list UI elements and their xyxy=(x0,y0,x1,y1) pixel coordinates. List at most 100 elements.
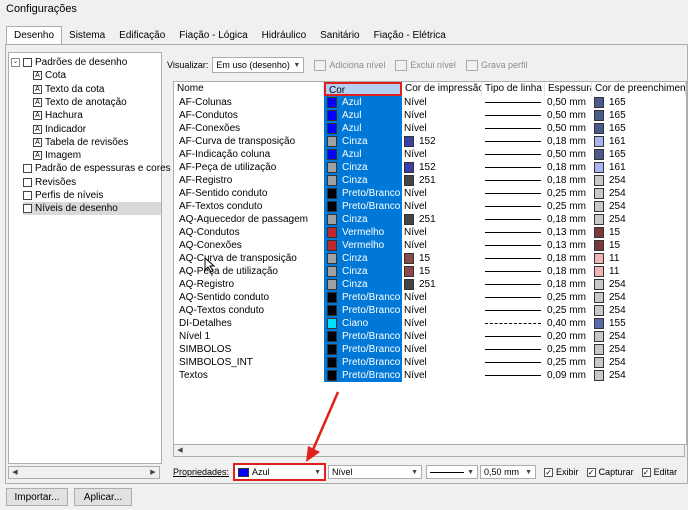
cell-nome[interactable]: AF-Colunas xyxy=(179,96,324,109)
cell-cor[interactable]: Cinza xyxy=(324,265,402,278)
tree-item[interactable]: ⌄ Padrões de desenho xyxy=(11,56,127,69)
table-row[interactable]: SIMBOLOS Preto/Branco Nível 0,25 mm 254 xyxy=(174,343,686,356)
cell-cor-impressao[interactable]: Nível xyxy=(402,291,482,304)
cell-cor[interactable]: Vermelho xyxy=(324,226,402,239)
cell-nome[interactable]: AF-Peça de utilização xyxy=(179,161,324,174)
table-row[interactable]: AF-Curva de transposição Cinza 152 0,18 mm 1… xyxy=(174,135,686,148)
cell-cor[interactable]: Preto/Branco xyxy=(324,356,402,369)
cell-espessura[interactable]: 0,18 mm xyxy=(545,135,592,148)
cell-nome[interactable]: AQ-Registro xyxy=(179,278,324,291)
cell-cor-impressao[interactable]: Nível xyxy=(402,330,482,343)
cell-cor-impressao[interactable]: Nível xyxy=(402,122,482,135)
cell-tipo-linha[interactable] xyxy=(482,291,545,304)
settings-tree[interactable]: ⌄ Padrões de desenho A Cota A Texto da cota A T… xyxy=(8,52,171,464)
cell-cor-impressao[interactable]: 251 xyxy=(402,213,482,226)
delete-level-button[interactable]: Exclui nível xyxy=(395,59,456,71)
cell-cor[interactable]: Preto/Branco xyxy=(324,343,402,356)
cell-cor[interactable]: Vermelho xyxy=(324,239,402,252)
cell-cor-preenchimento[interactable]: 254 xyxy=(592,291,686,304)
cell-espessura[interactable]: 0,50 mm xyxy=(545,148,592,161)
tree-item[interactable]: A Hachura xyxy=(33,109,83,122)
cell-cor-impressao[interactable]: 251 xyxy=(402,278,482,291)
table-row[interactable]: AQ-Sentido conduto Preto/Branco Nível 0,25 … xyxy=(174,291,686,304)
cell-tipo-linha[interactable] xyxy=(482,200,545,213)
cell-cor-preenchimento[interactable]: 254 xyxy=(592,174,686,187)
cell-espessura[interactable]: 0,18 mm xyxy=(545,174,592,187)
cell-cor[interactable]: Azul xyxy=(324,109,402,122)
cell-cor-preenchimento[interactable]: 254 xyxy=(592,304,686,317)
cell-nome[interactable]: SIMBOLOS xyxy=(179,343,324,356)
cell-tipo-linha[interactable] xyxy=(482,239,545,252)
table-row[interactable]: Nível 1 Preto/Branco Nível 0,20 mm 254 xyxy=(174,330,686,343)
cell-tipo-linha[interactable] xyxy=(482,226,545,239)
cell-cor[interactable]: Preto/Branco xyxy=(324,330,402,343)
cell-cor-preenchimento[interactable]: 254 xyxy=(592,369,686,382)
column-header-nome[interactable]: Nome xyxy=(174,82,324,96)
add-level-button[interactable]: Adiciona nível xyxy=(314,59,385,71)
cell-cor-impressao[interactable]: 152 xyxy=(402,161,482,174)
cell-espessura[interactable]: 0,13 mm xyxy=(545,239,592,252)
cell-espessura[interactable]: 0,18 mm xyxy=(545,213,592,226)
tab-3[interactable]: Fiação - Lógica xyxy=(172,27,254,44)
cell-tipo-linha[interactable] xyxy=(482,161,545,174)
cell-cor-impressao[interactable]: Nível xyxy=(402,239,482,252)
cell-tipo-linha[interactable] xyxy=(482,213,545,226)
cell-tipo-linha[interactable] xyxy=(482,343,545,356)
tree-item[interactable]: Revisões xyxy=(23,176,76,189)
cell-nome[interactable]: AQ-Condutos xyxy=(179,226,324,239)
tree-item[interactable]: Níveis de desenho xyxy=(23,202,161,216)
cell-cor-impressao[interactable]: 152 xyxy=(402,135,482,148)
properties-thickness-select[interactable]: 0,50 mm ▼ xyxy=(480,465,537,479)
cell-tipo-linha[interactable] xyxy=(482,330,545,343)
cell-espessura[interactable]: 0,40 mm xyxy=(545,317,592,330)
cell-tipo-linha[interactable] xyxy=(482,252,545,265)
cell-cor-preenchimento[interactable]: 254 xyxy=(592,356,686,369)
cell-nome[interactable]: Textos xyxy=(179,369,324,382)
cell-cor[interactable]: Azul xyxy=(324,96,402,109)
import-button[interactable]: Importar... xyxy=(6,488,68,506)
cell-cor[interactable]: Preto/Branco xyxy=(324,200,402,213)
table-row[interactable]: AF-Peça de utilização Cinza 152 0,18 mm 161 xyxy=(174,161,686,174)
cell-nome[interactable]: DI-Detalhes xyxy=(179,317,324,330)
cell-nome[interactable]: AF-Textos conduto xyxy=(179,200,324,213)
cell-cor[interactable]: Preto/Branco xyxy=(324,187,402,200)
cell-espessura[interactable]: 0,18 mm xyxy=(545,161,592,174)
cell-tipo-linha[interactable] xyxy=(482,304,545,317)
cell-cor[interactable]: Cinza xyxy=(324,135,402,148)
cell-cor-impressao[interactable]: Nível xyxy=(402,148,482,161)
cell-nome[interactable]: AQ-Peça de utilização xyxy=(179,265,324,278)
cell-cor-impressao[interactable]: Nível xyxy=(402,369,482,382)
cell-espessura[interactable]: 0,50 mm xyxy=(545,96,592,109)
cell-tipo-linha[interactable] xyxy=(482,187,545,200)
cell-espessura[interactable]: 0,25 mm xyxy=(545,356,592,369)
cell-cor-preenchimento[interactable]: 254 xyxy=(592,187,686,200)
tab-5[interactable]: Sanitário xyxy=(313,27,366,44)
cell-cor[interactable]: Preto/Branco xyxy=(324,291,402,304)
cell-cor-preenchimento[interactable]: 165 xyxy=(592,109,686,122)
table-row[interactable]: AQ-Curva de transposição Cinza 15 0,18 mm 11 xyxy=(174,252,686,265)
cell-espessura[interactable]: 0,18 mm xyxy=(545,265,592,278)
table-row[interactable]: AQ-Condutos Vermelho Nível 0,13 mm 15 xyxy=(174,226,686,239)
cell-cor-impressao[interactable]: Nível xyxy=(402,187,482,200)
table-row[interactable]: AF-Sentido conduto Preto/Branco Nível 0,25 … xyxy=(174,187,686,200)
tab-0[interactable]: Desenho xyxy=(6,26,63,45)
capturar-checkbox[interactable]: ✓ xyxy=(586,467,596,477)
cell-cor-preenchimento[interactable]: 11 xyxy=(592,252,686,265)
column-header-espessura[interactable]: Espessura xyxy=(545,82,592,96)
tree-item[interactable]: A Texto de anotação xyxy=(33,96,127,109)
tab-6[interactable]: Fiação - Elétrica xyxy=(367,27,453,44)
cell-cor-preenchimento[interactable]: 254 xyxy=(592,200,686,213)
cell-espessura[interactable]: 0,13 mm xyxy=(545,226,592,239)
cell-nome[interactable]: Nível 1 xyxy=(179,330,324,343)
cell-cor-preenchimento[interactable]: 165 xyxy=(592,148,686,161)
cell-cor[interactable]: Cinza xyxy=(324,278,402,291)
tab-1[interactable]: Sistema xyxy=(62,27,112,44)
tree-item[interactable]: A Texto da cota xyxy=(33,83,104,96)
cell-cor-preenchimento[interactable]: 15 xyxy=(592,226,686,239)
scroll-right-icon[interactable]: ▶ xyxy=(147,467,159,478)
cell-tipo-linha[interactable] xyxy=(482,135,545,148)
cell-cor-impressao[interactable]: Nível xyxy=(402,343,482,356)
table-row[interactable]: DI-Detalhes Ciano Nível 0,40 mm 155 xyxy=(174,317,686,330)
tree-item[interactable]: Perfis de níveis xyxy=(23,189,103,202)
tree-item[interactable]: A Imagem xyxy=(33,149,81,162)
